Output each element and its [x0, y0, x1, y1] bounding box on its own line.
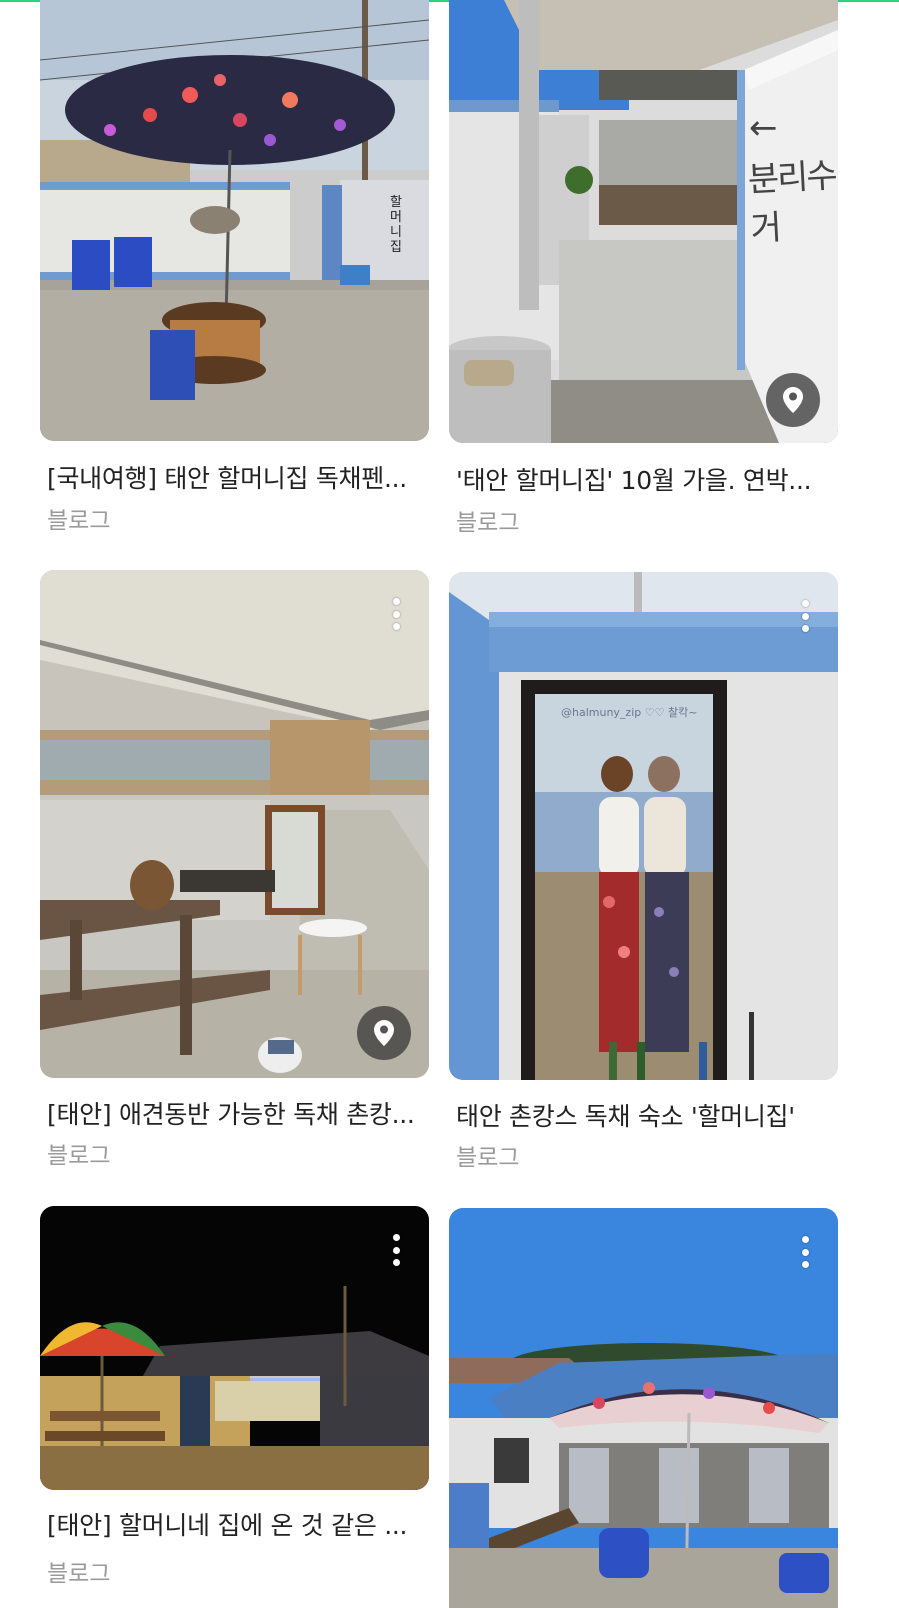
result-card-2[interactable]: 분리수거 ← '태안 할머니집' 10월 가을. 연박... 블로그 [449, 0, 838, 540]
location-pin-icon[interactable] [357, 1006, 411, 1060]
scene-mirror-photo [449, 572, 838, 1080]
result-thumbnail-3[interactable] [40, 570, 429, 1078]
result-source: 블로그 [47, 508, 111, 534]
result-card-6[interactable] [449, 1208, 838, 1608]
scene-night-courtyard [40, 1206, 429, 1490]
result-title[interactable]: [국내여행] 태안 할머니집 독채펜... [47, 459, 422, 495]
result-thumbnail-6[interactable] [449, 1208, 838, 1608]
scene-pergola-table [40, 570, 429, 1078]
result-source: 블로그 [47, 1143, 111, 1169]
location-pin-icon[interactable] [766, 373, 820, 427]
scene-blue-roof-house [449, 1208, 838, 1608]
result-source: 블로그 [47, 1561, 111, 1587]
wall-sign-text: 분리수거 [746, 155, 837, 250]
result-title[interactable]: [태안] 애견동반 가능한 독채 촌캉... [47, 1095, 427, 1131]
more-options-icon[interactable] [795, 1232, 815, 1272]
result-card-3[interactable]: [태안] 애견동반 가능한 독채 촌캉... 블로그 [40, 570, 429, 1170]
more-options-icon[interactable] [386, 594, 406, 634]
result-title[interactable]: [태안] 할머니네 집에 온 것 같은 ... [47, 1506, 427, 1542]
result-title[interactable]: '태안 할머니집' 10월 가을. 연박... [456, 461, 831, 497]
gate-sign-text: 할머니집 [390, 195, 402, 255]
result-card-1[interactable]: 할머니집 [국내여행] 태안 할머니집 독채펜... 블로그 [40, 0, 429, 540]
result-card-5[interactable]: [태안] 할머니네 집에 온 것 같은 ... 블로그 [40, 1206, 429, 1608]
mirror-caption-text: @halmuny_zip ♡♡ 찰칵~ [561, 706, 698, 719]
result-source: 블로그 [456, 1145, 520, 1171]
result-thumbnail-4[interactable]: @halmuny_zip ♡♡ 찰칵~ [449, 572, 838, 1080]
more-options-icon[interactable] [795, 596, 815, 636]
result-card-4[interactable]: @halmuny_zip ♡♡ 찰칵~ 태안 촌캉스 독채 숙소 '할머니집' … [449, 572, 838, 1172]
result-thumbnail-1[interactable]: 할머니집 [40, 0, 429, 441]
result-title[interactable]: 태안 촌캉스 독채 숙소 '할머니집' [456, 1097, 836, 1133]
result-thumbnail-5[interactable] [40, 1206, 429, 1490]
more-options-icon[interactable] [386, 1230, 406, 1270]
wall-arrow-icon: ← [749, 108, 778, 148]
result-thumbnail-2[interactable]: 분리수거 ← [449, 0, 838, 443]
result-source: 블로그 [456, 510, 520, 536]
scene-umbrella-yard [40, 0, 429, 441]
